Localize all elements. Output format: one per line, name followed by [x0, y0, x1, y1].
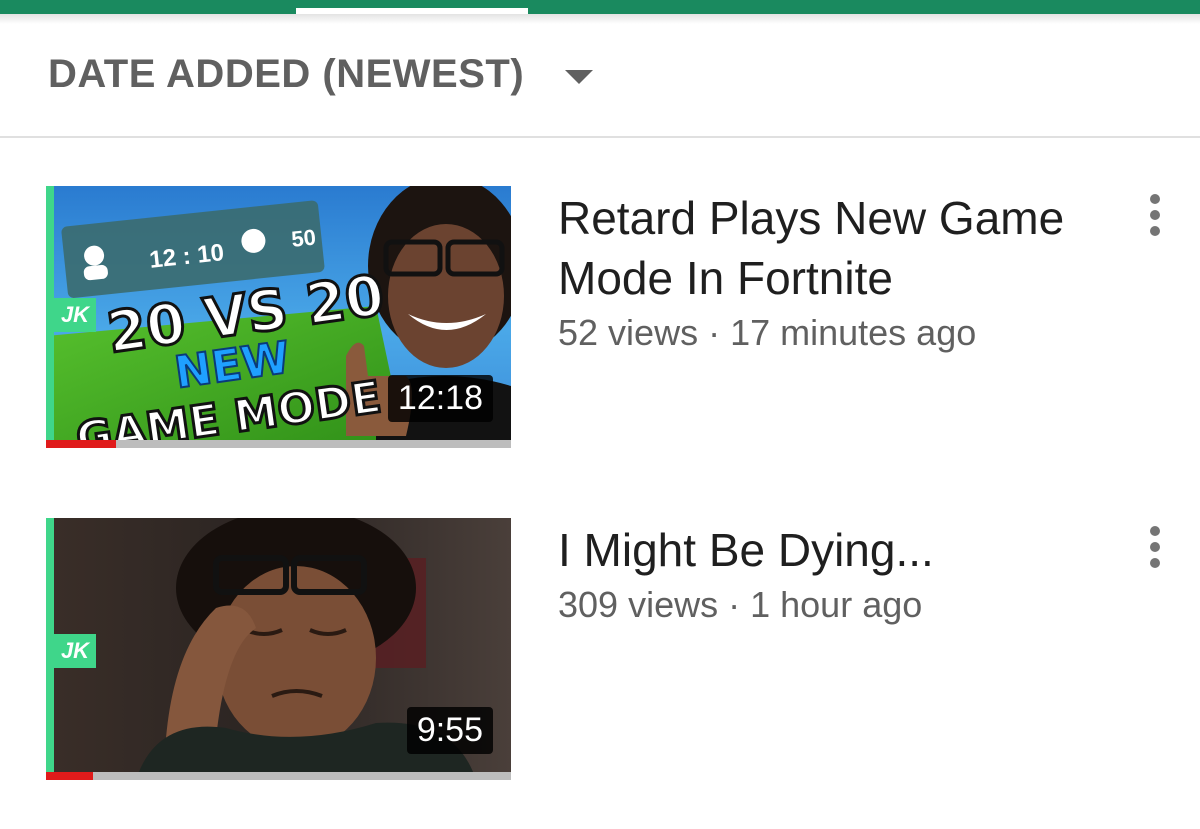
video-meta: 52 views · 17 minutes ago: [558, 312, 1118, 354]
duration-badge: 9:55: [406, 707, 493, 754]
video-meta: 309 views · 1 hour ago: [558, 584, 1118, 626]
watch-progress-fill: [46, 440, 116, 448]
upload-age: 1 hour ago: [750, 584, 923, 625]
video-info: Retard Plays New Game Mode In Fortnite 5…: [558, 188, 1118, 354]
video-thumbnail[interactable]: 12 : 10 50 20 VS 20 NEW GAME MODE JK 12:…: [46, 186, 511, 448]
view-count: 309 views: [558, 584, 719, 625]
watch-progress-track: [46, 440, 511, 448]
meta-separator: ·: [708, 312, 731, 353]
tab-bar: [0, 0, 1200, 14]
channel-logo: JK: [54, 298, 96, 332]
watch-progress-fill: [46, 772, 93, 780]
view-count: 52 views: [558, 312, 699, 353]
meta-separator: ·: [728, 584, 751, 625]
sort-dropdown[interactable]: DATE ADDED (NEWEST): [48, 52, 524, 97]
video-info: I Might Be Dying... 309 views · 1 hour a…: [558, 520, 1118, 626]
dropdown-caret-icon[interactable]: [565, 70, 593, 84]
thumb-score-kills: 50: [290, 224, 317, 251]
watch-progress-track: [46, 772, 511, 780]
more-options-icon[interactable]: [1140, 526, 1170, 576]
video-list-item: 12 : 10 50 20 VS 20 NEW GAME MODE JK 12:…: [0, 186, 1200, 456]
video-title[interactable]: Retard Plays New Game Mode In Fortnite: [558, 188, 1118, 308]
more-options-icon[interactable]: [1140, 194, 1170, 244]
upload-age: 17 minutes ago: [730, 312, 977, 353]
tab-bar-shadow: [0, 14, 1200, 24]
channel-accent-stripe: [46, 518, 54, 780]
duration-badge: 12:18: [387, 375, 493, 422]
video-list-item: JK 9:55 I Might Be Dying... 309 views · …: [0, 518, 1200, 788]
channel-logo: JK: [54, 634, 96, 668]
video-thumbnail[interactable]: JK 9:55: [46, 518, 511, 780]
sort-row: DATE ADDED (NEWEST): [0, 24, 1200, 138]
video-title[interactable]: I Might Be Dying...: [558, 520, 1118, 580]
channel-accent-stripe: [46, 186, 54, 448]
